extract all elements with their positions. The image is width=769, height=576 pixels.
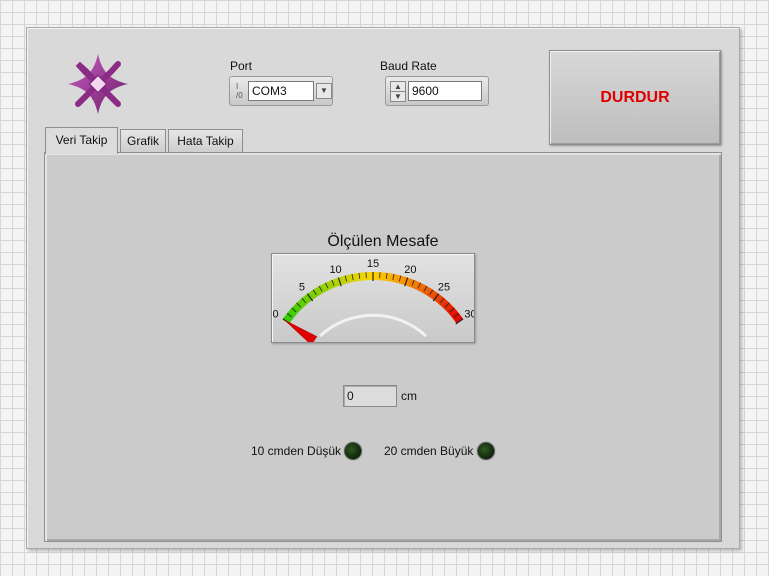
port-label: Port [230,59,253,73]
gauge-tick-label: 0 [272,309,278,321]
gauge-color-segment [296,300,305,309]
gauge-color-segment [450,310,459,319]
chevron-down-icon[interactable]: ▼ [316,83,332,99]
gauge-color-segment [448,307,457,316]
gauge-dial: 0 5 10 15 20 25 30 [272,258,477,346]
logo-icon [68,54,128,114]
gauge-color-segment [392,274,398,283]
gauge-color-segment [331,278,338,288]
gauge-color-segment [398,275,405,285]
stop-button[interactable]: DURDUR [549,50,721,145]
gauge-color-segment [420,284,427,294]
baud-control[interactable]: ▲ ▼ 9600 [385,76,489,106]
tab-hata-takip[interactable]: Hata Takip [168,129,243,153]
gauge-tick-label: 25 [438,282,450,294]
gauge-color-segment [411,280,418,289]
baud-label: Baud Rate [380,59,437,73]
gauge-color-segment [389,273,394,282]
high-indicator-label: 20 cmden Büyük [384,444,474,458]
tab-grafik[interactable]: Grafik [120,129,166,153]
gauge-color-segment [395,274,401,284]
gauge-color-segment [294,302,303,311]
gauge-color-segment [352,273,357,282]
gauge-color-segment [287,310,296,319]
gauge-color-segment [425,287,433,297]
gauge-color-segment [284,313,294,321]
gauge-color-segment [291,305,300,314]
gauge-color-segment [428,289,436,299]
gauge-color-segment [325,281,332,291]
gauge-color-segment [341,275,348,285]
gauge-color-segment [348,274,354,283]
gauge-color-segment [301,295,310,305]
gauge-color-segment [439,298,447,307]
decrement-icon[interactable]: ▼ [390,91,406,102]
gauge-color-segment [436,295,445,305]
gauge-color-segment [310,289,318,299]
gauge-color-segment [422,286,430,295]
gauge-color-segment [414,281,421,291]
gauge-color-segment [299,298,307,307]
distance-readout: 0 [343,385,397,407]
io-glyph-icon: I/0 [236,82,243,100]
distance-gauge: 0 5 10 15 20 25 30 [271,253,477,346]
gauge-color-segment [289,307,298,316]
low-indicator-led [344,442,362,460]
gauge-tick-label: 30 [464,309,474,321]
gauge-color-segment [417,282,424,292]
gauge-color-segment [446,305,455,314]
gauge-tick-label: 15 [367,258,379,270]
gauge-color-segment [313,287,321,297]
gauge-color-segment [322,282,329,292]
gauge-title: Ölçülen Mesafe [327,233,439,250]
gauge-inner-arc [318,313,428,338]
gauge-color-segment [408,278,415,288]
gauge-color-segment [452,313,462,321]
gauge-color-segment [319,284,326,294]
tab-content: Ölçülen Mesafe 0 5 10 15 20 25 30 0 cm 10 cmde… [44,152,722,542]
gauge-tick-label: 20 [404,264,416,276]
port-control[interactable]: I/0 COM3 ▼ [229,76,333,106]
gauge-color-segment [345,274,351,284]
gauge-color-segment [328,280,335,289]
gauge-color-segment [443,302,452,311]
front-panel: Port I/0 COM3 ▼ Baud Rate ▲ ▼ 9600 DURDU… [26,27,740,549]
port-value-field[interactable]: COM3 [248,81,314,101]
gauge-color-segment [441,300,450,309]
gauge-tick-label: 10 [329,264,341,276]
gauge-tick-label: 5 [299,282,305,294]
gauge-color-segment [316,286,324,295]
gauge-needle [284,319,318,346]
baud-value-field[interactable]: 9600 [408,81,482,101]
tab-veri-takip[interactable]: Veri Takip [45,127,118,154]
high-indicator-led [477,442,495,460]
low-indicator-label: 10 cmden Düşük [251,444,342,458]
unit-label: cm [401,389,417,403]
